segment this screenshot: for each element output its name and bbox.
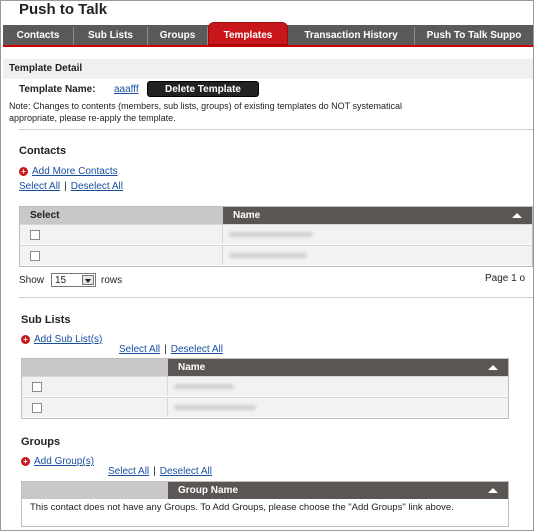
contacts-select-all-link[interactable]: Select All	[19, 181, 60, 192]
sub-lists-table: Name	[21, 358, 509, 419]
sub-lists-deselect-all-link[interactable]: Deselect All	[171, 344, 223, 355]
contacts-table: Select Name	[19, 206, 533, 267]
add-sub-lists-label[interactable]: Add Sub List(s)	[34, 334, 102, 345]
redacted-name	[174, 384, 234, 389]
page-size-value: 15	[55, 275, 67, 286]
divider	[19, 129, 533, 130]
redacted-name	[229, 232, 313, 237]
divider	[19, 297, 533, 298]
contacts-heading: Contacts	[19, 145, 67, 157]
add-icon: +	[21, 334, 30, 344]
app-title: Push to Talk	[19, 1, 108, 18]
groups-empty-message: This contact does not have any Groups. T…	[30, 502, 454, 513]
tab-bar: Contacts Sub Lists Groups Templates Tran…	[3, 22, 533, 47]
add-groups-link[interactable]: + Add Group(s)	[21, 456, 94, 467]
add-more-contacts-link[interactable]: + Add More Contacts	[19, 166, 118, 177]
row-checkbox[interactable]	[32, 382, 42, 392]
add-more-contacts-label[interactable]: Add More Contacts	[32, 166, 118, 177]
sub-lists-select-links: Select All | Deselect All	[119, 344, 223, 355]
template-detail-heading: Template Detail	[9, 63, 83, 74]
groups-table: Group Name This contact does not have an…	[21, 481, 509, 527]
groups-select-all-link[interactable]: Select All	[108, 466, 149, 477]
tab-contacts[interactable]: Contacts	[3, 27, 74, 45]
groups-heading: Groups	[21, 436, 61, 448]
row-checkbox[interactable]	[32, 403, 42, 413]
separator: |	[164, 344, 167, 355]
template-note-line-1: Note: Changes to contents (members, sub …	[9, 101, 403, 111]
sort-ascending-icon[interactable]	[488, 488, 498, 493]
tab-transaction-history[interactable]: Transaction History	[288, 27, 415, 45]
column-header-select	[22, 359, 168, 376]
delete-template-button[interactable]: Delete Template	[147, 81, 259, 97]
column-header-name[interactable]: Name	[168, 359, 205, 376]
separator: |	[64, 181, 67, 192]
pager-rows-label: rows	[101, 275, 123, 286]
table-row	[22, 397, 508, 417]
template-note-line-2: appropriate, please re-apply the templat…	[9, 113, 176, 123]
add-groups-label[interactable]: Add Group(s)	[34, 456, 94, 467]
pager-show-label: Show	[19, 275, 45, 286]
sort-ascending-icon[interactable]	[512, 213, 522, 218]
chevron-down-icon[interactable]	[82, 275, 94, 285]
contacts-deselect-all-link[interactable]: Deselect All	[71, 181, 123, 192]
table-header: Group Name	[22, 482, 508, 499]
table-row	[20, 245, 532, 265]
groups-select-links: Select All | Deselect All	[108, 466, 212, 477]
tab-groups[interactable]: Groups	[148, 27, 208, 45]
table-header: Name	[22, 359, 508, 376]
column-header-select	[22, 482, 168, 499]
page-size-select[interactable]: 15	[51, 273, 96, 287]
sub-lists-select-all-link[interactable]: Select All	[119, 344, 160, 355]
tab-sub-lists[interactable]: Sub Lists	[74, 27, 148, 45]
template-name-link[interactable]: aaafff	[114, 84, 139, 95]
sub-lists-heading: Sub Lists	[21, 314, 71, 326]
tab-templates[interactable]: Templates	[208, 22, 288, 45]
tab-push-to-talk-support[interactable]: Push To Talk Suppo	[415, 27, 533, 45]
redacted-name	[174, 405, 256, 410]
contacts-select-links: Select All | Deselect All	[19, 181, 123, 192]
groups-deselect-all-link[interactable]: Deselect All	[160, 466, 212, 477]
page-indicator: Page 1 o	[485, 273, 526, 284]
contacts-pager: Show 15 rows Page 1 o	[19, 272, 533, 290]
template-name-label: Template Name:	[19, 84, 96, 95]
sort-ascending-icon[interactable]	[488, 365, 498, 370]
add-icon: +	[19, 166, 28, 176]
row-checkbox[interactable]	[30, 230, 40, 240]
column-header-name[interactable]: Name	[223, 207, 260, 224]
add-sub-lists-link[interactable]: + Add Sub List(s)	[21, 334, 102, 345]
redacted-name	[229, 253, 307, 258]
column-header-group-name[interactable]: Group Name	[168, 482, 238, 499]
template-note: Note: Changes to contents (members, sub …	[9, 100, 533, 124]
column-header-select: Select	[20, 207, 223, 224]
table-row	[22, 376, 508, 396]
add-icon: +	[21, 456, 30, 466]
separator: |	[153, 466, 156, 477]
table-header: Select Name	[20, 207, 532, 224]
template-detail-header: Template Detail	[3, 59, 533, 79]
row-checkbox[interactable]	[30, 251, 40, 261]
table-row	[20, 224, 532, 244]
